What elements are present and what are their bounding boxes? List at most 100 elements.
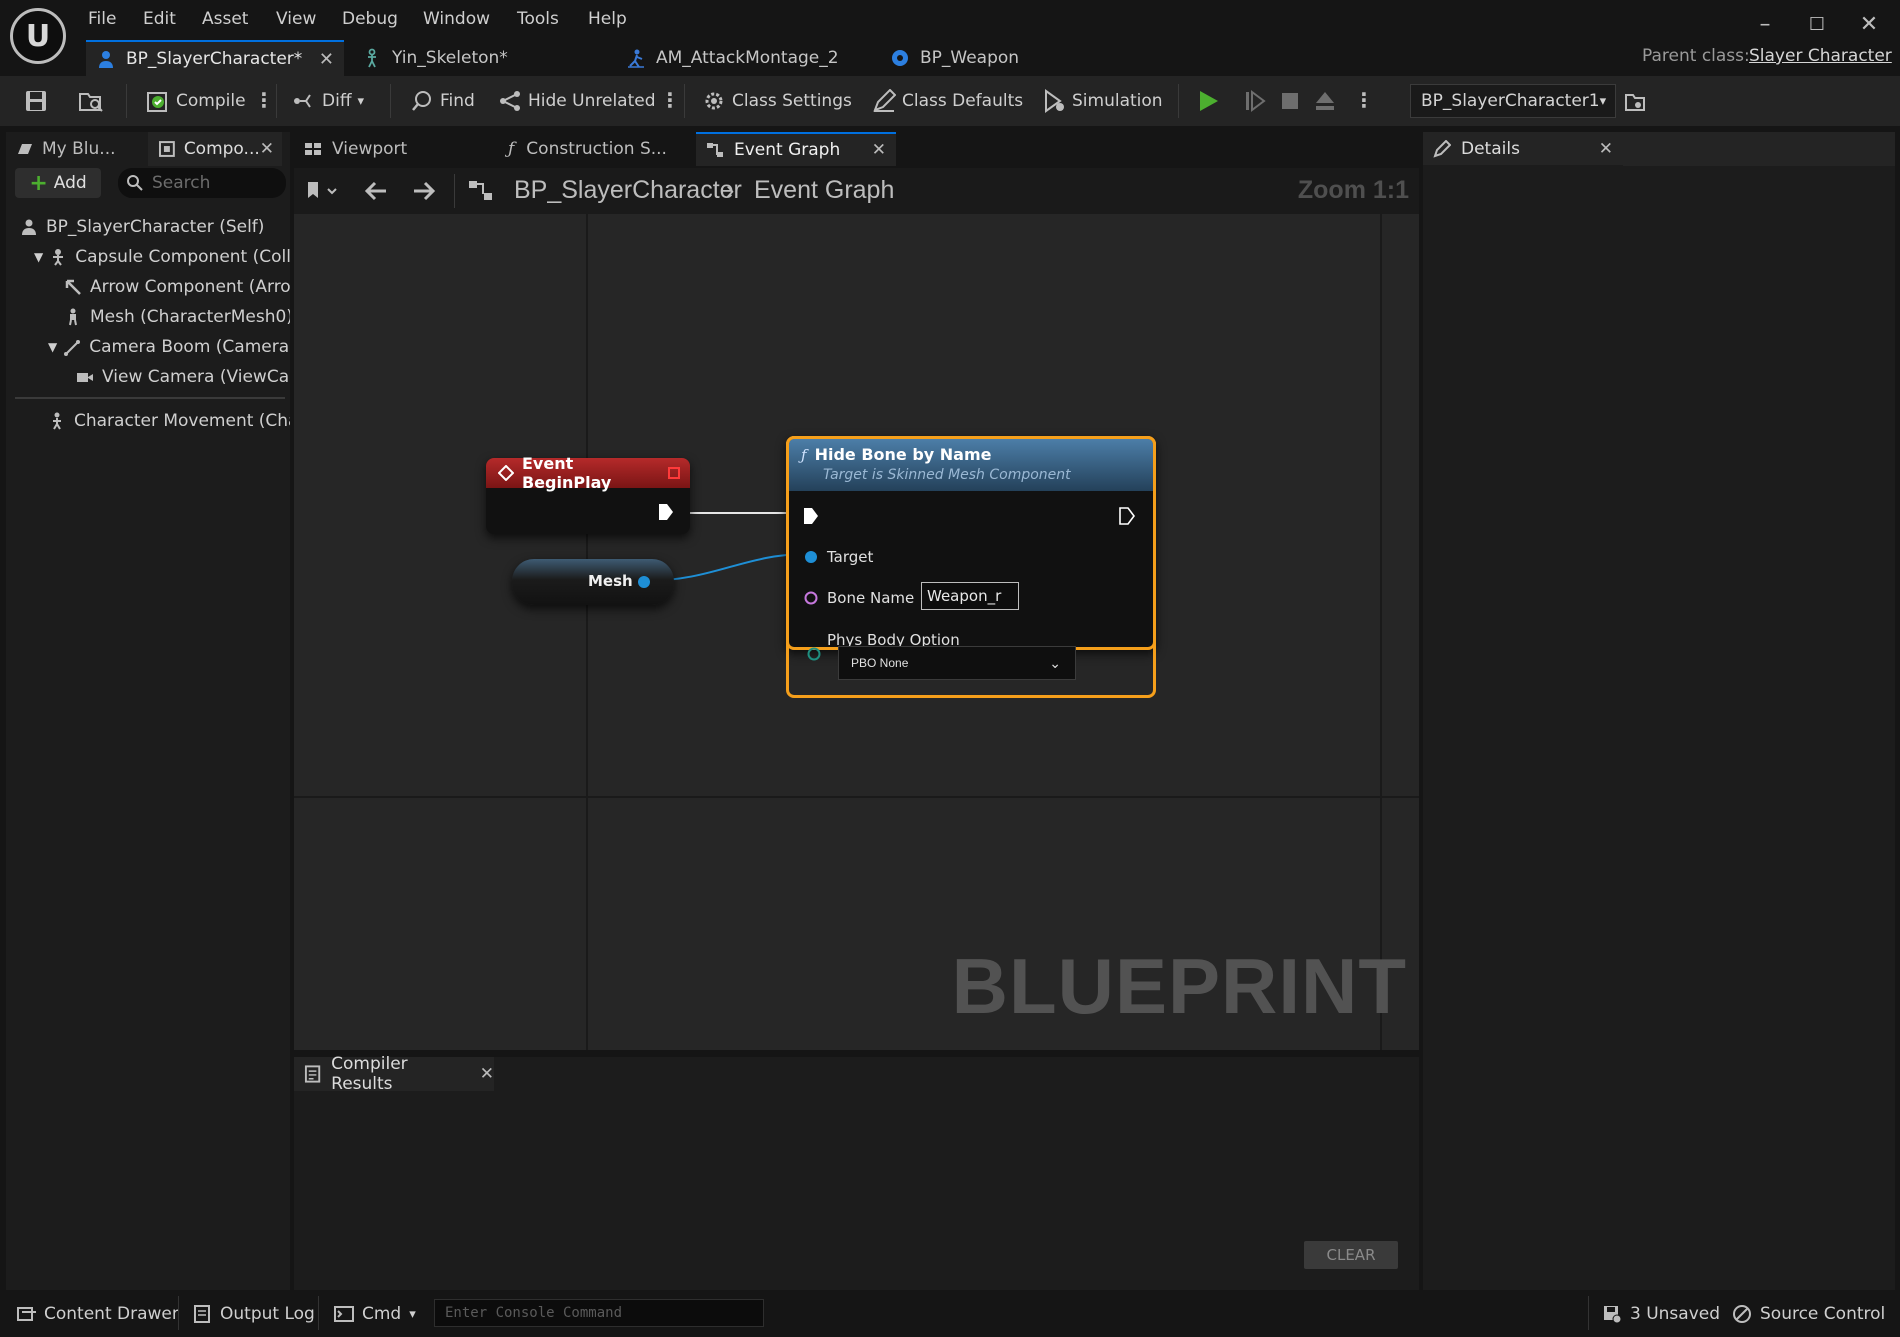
my-blueprint-icon xyxy=(18,144,32,154)
event-beginplay-node[interactable]: Event BeginPlay xyxy=(486,454,690,534)
exec-out-pin-icon[interactable] xyxy=(1119,507,1135,525)
menu-help[interactable]: Help xyxy=(584,6,631,32)
close-icon[interactable]: ✕ xyxy=(1599,139,1613,159)
close-icon[interactable]: ✕ xyxy=(260,139,274,159)
diff-button[interactable]: Diff ▾ xyxy=(292,85,364,117)
doc-tab-bp-slayercharacter[interactable]: BP_SlayerCharacter* ✕ xyxy=(86,40,344,76)
close-icon[interactable]: ✕ xyxy=(872,140,886,160)
expand-arrow-icon[interactable]: ▼ xyxy=(48,340,57,354)
debug-object-value: BP_SlayerCharacter1 xyxy=(1421,91,1600,111)
class-defaults-label: Class Defaults xyxy=(902,91,1024,111)
tree-item-arrow[interactable]: Arrow Component (Arrow) xyxy=(64,274,290,300)
output-log-label: Output Log xyxy=(220,1304,315,1324)
hide-bone-node[interactable]: ƒ Hide Bone by Name Target is Skinned Me… xyxy=(786,436,1156,650)
spring-arm-icon xyxy=(64,340,81,356)
breadcrumb-leaf: Event Graph xyxy=(754,176,895,204)
class-defaults-button[interactable]: Class Defaults xyxy=(872,85,1023,117)
eject-icon[interactable] xyxy=(1314,90,1336,112)
save-icon[interactable] xyxy=(24,89,48,113)
mesh-node-label: Mesh xyxy=(588,572,633,590)
stop-icon[interactable] xyxy=(1280,91,1300,111)
mesh-getter-node[interactable]: Mesh xyxy=(512,559,674,605)
tab-details[interactable]: Details ✕ xyxy=(1423,132,1623,166)
graph-options-icon[interactable]: ⋮ xyxy=(660,88,680,112)
object-pin-icon[interactable] xyxy=(636,574,652,590)
tree-item-character-movement[interactable]: Character Movement (CharMoveComp) xyxy=(48,408,290,434)
hide-unrelated-button[interactable]: Hide Unrelated xyxy=(498,85,656,117)
menu-asset[interactable]: Asset xyxy=(198,6,252,32)
phys-body-select[interactable]: PBO None ⌄ xyxy=(838,646,1076,680)
compile-options-icon[interactable]: ⋮ xyxy=(254,88,274,112)
tab-label: Compiler Results xyxy=(331,1054,408,1094)
chevron-down-icon: ▾ xyxy=(357,93,365,109)
class-settings-button[interactable]: Class Settings xyxy=(702,85,852,117)
name-pin-icon[interactable] xyxy=(803,590,819,606)
tree-item-self[interactable]: BP_SlayerCharacter (Self) xyxy=(20,214,290,240)
close-icon[interactable]: ✕ xyxy=(319,49,334,70)
tab-my-blueprint[interactable]: My Blu... xyxy=(6,132,144,166)
event-delegate-icon[interactable] xyxy=(668,467,680,479)
target-pin-icon[interactable] xyxy=(803,549,819,565)
skeleton-icon xyxy=(368,48,376,68)
add-component-button[interactable]: + Add xyxy=(15,168,101,198)
phys-body-pin-icon[interactable] xyxy=(806,646,822,662)
components-search[interactable]: Search xyxy=(118,168,286,198)
menu-view[interactable]: View xyxy=(272,6,320,32)
back-arrow-icon[interactable] xyxy=(364,180,388,202)
unreal-logo-icon[interactable]: U xyxy=(10,8,66,64)
source-control-button[interactable]: Source Control xyxy=(1732,1300,1885,1328)
play-icon[interactable] xyxy=(1198,89,1220,113)
tree-item-camera-boom[interactable]: ▼ Camera Boom (CameraBoom) xyxy=(48,334,290,360)
tab-construction-script[interactable]: ƒ Construction S... xyxy=(498,132,692,166)
doc-tab-bp-weapon[interactable]: BP_Weapon xyxy=(880,40,1080,76)
window-close-icon[interactable]: ✕ xyxy=(1854,10,1884,40)
tab-event-graph[interactable]: Event Graph ✕ xyxy=(696,132,896,166)
maximize-icon[interactable]: ☐ xyxy=(1802,10,1832,40)
tab-compiler-results[interactable]: Compiler Results ✕ xyxy=(294,1054,494,1094)
breadcrumb-root[interactable]: BP_SlayerCharacter xyxy=(514,176,742,205)
menu-window[interactable]: Window xyxy=(419,6,494,32)
content-drawer-icon xyxy=(17,1307,36,1321)
step-icon[interactable] xyxy=(1244,90,1266,112)
browse-folder-icon[interactable] xyxy=(78,89,104,113)
minimize-icon[interactable]: – xyxy=(1750,10,1780,40)
exec-in-pin-icon[interactable] xyxy=(803,507,819,525)
terminal-icon xyxy=(334,1306,354,1322)
menu-file[interactable]: File xyxy=(84,6,120,32)
find-button[interactable]: Find xyxy=(410,85,475,117)
compile-button[interactable]: Compile xyxy=(146,85,246,117)
menu-edit[interactable]: Edit xyxy=(139,6,180,32)
simulation-button[interactable]: Simulation xyxy=(1042,85,1163,117)
bookmark-icon[interactable] xyxy=(306,180,340,202)
doc-tab-yin-skeleton[interactable]: Yin_Skeleton* xyxy=(352,40,592,76)
exec-out-pin-icon[interactable] xyxy=(658,503,674,521)
forward-arrow-icon[interactable] xyxy=(412,180,436,202)
clear-button[interactable]: CLEAR xyxy=(1304,1241,1398,1269)
expand-arrow-icon[interactable]: ▼ xyxy=(34,250,43,264)
blueprint-character-icon xyxy=(99,51,113,68)
cmd-select[interactable]: Cmd ▾ xyxy=(334,1300,416,1328)
tree-item-label: View Camera (ViewCamera) xyxy=(102,367,290,387)
output-log-button[interactable]: Output Log xyxy=(192,1300,315,1328)
unsaved-button[interactable]: 3 Unsaved xyxy=(1602,1300,1720,1328)
main-toolbar: Compile ⋮ Diff ▾ Find Hide Unrelated ⋮ C… xyxy=(0,76,1900,126)
content-drawer-button[interactable]: Content Drawer xyxy=(16,1300,179,1328)
plus-icon: + xyxy=(29,170,48,196)
tree-item-capsule[interactable]: ▼ Capsule Component (CollisionCylinder) xyxy=(34,244,290,270)
tab-viewport[interactable]: Viewport xyxy=(294,132,494,166)
tree-item-mesh[interactable]: Mesh (CharacterMesh0) xyxy=(64,304,290,330)
parent-class-link[interactable]: Slayer Character xyxy=(1749,46,1892,66)
close-icon[interactable]: ✕ xyxy=(480,1064,494,1084)
play-options-icon[interactable]: ⋮ xyxy=(1354,88,1374,112)
event-graph-canvas[interactable]: Event BeginPlay Mesh ƒ Hide Bone by Name… xyxy=(294,214,1419,1050)
console-command-input[interactable]: Enter Console Command xyxy=(434,1299,764,1327)
debug-object-select[interactable]: BP_SlayerCharacter1 ▾ xyxy=(1410,84,1616,118)
tree-item-view-camera[interactable]: View Camera (ViewCamera) xyxy=(76,364,290,390)
bone-name-input[interactable]: Weapon_r xyxy=(921,582,1019,610)
tab-components[interactable]: Compo... ✕ xyxy=(148,132,282,166)
menu-debug[interactable]: Debug xyxy=(338,6,402,32)
menu-tools[interactable]: Tools xyxy=(513,6,563,32)
event-icon xyxy=(498,465,514,481)
debug-browse-icon[interactable] xyxy=(1624,91,1646,113)
doc-tab-am-attackmontage[interactable]: AM_AttackMontage_2 xyxy=(616,40,866,76)
